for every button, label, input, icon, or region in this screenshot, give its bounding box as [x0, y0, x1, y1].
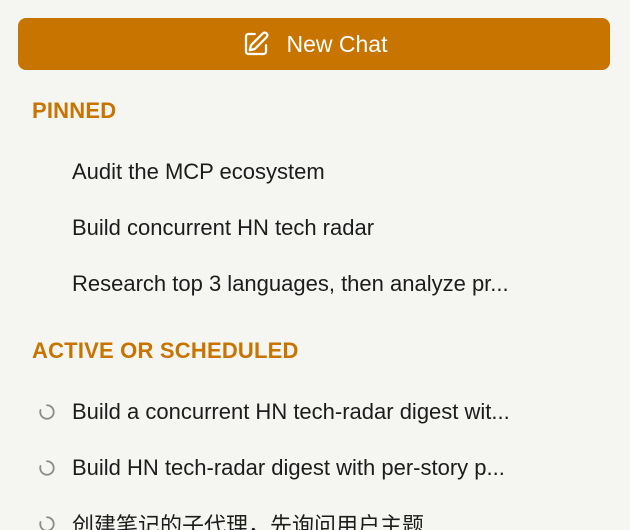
active-chat-item[interactable]: 创建笔记的子代理，先询问用户主题: [32, 502, 612, 530]
chat-item-label: Build HN tech-radar digest with per-stor…: [72, 455, 505, 480]
chat-item-label: Build a concurrent HN tech-radar digest …: [72, 399, 510, 424]
pinned-chat-item[interactable]: Build concurrent HN tech radar: [32, 206, 612, 250]
new-chat-label: New Chat: [286, 30, 388, 57]
chat-sidebar: New Chat PINNED Audit the MCP ecosystem …: [0, 0, 630, 530]
chat-item-label: Research top 3 languages, then analyze p…: [72, 271, 509, 296]
pinned-chat-item[interactable]: Audit the MCP ecosystem: [32, 150, 612, 194]
active-chat-item[interactable]: Build HN tech-radar digest with per-stor…: [32, 446, 612, 490]
pinned-chat-item[interactable]: Research top 3 languages, then analyze p…: [32, 262, 612, 306]
chat-item-label: 创建笔记的子代理，先询问用户主题: [72, 513, 425, 530]
spinner-icon: [39, 516, 55, 530]
chat-item-label: Audit the MCP ecosystem: [72, 159, 325, 184]
active-chat-item[interactable]: Build a concurrent HN tech-radar digest …: [32, 390, 612, 434]
edit-icon: [241, 29, 271, 59]
chat-item-label: Build concurrent HN tech radar: [72, 215, 375, 240]
spinner-icon: [39, 404, 55, 420]
active-section-title: ACTIVE OR SCHEDULED: [32, 338, 299, 363]
new-chat-button[interactable]: New Chat: [18, 18, 610, 70]
pinned-section-title: PINNED: [32, 98, 117, 123]
spinner-icon: [39, 460, 55, 476]
